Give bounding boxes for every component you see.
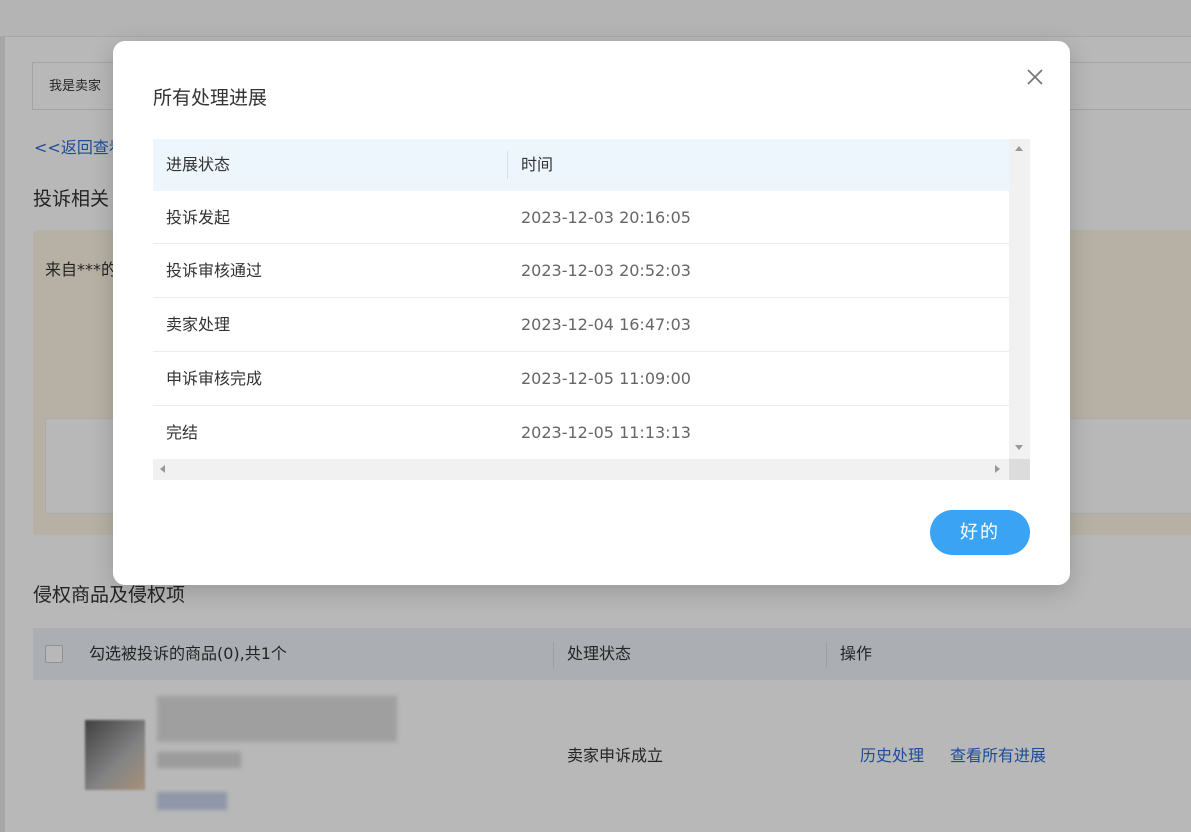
header-status: 进展状态	[166, 155, 231, 174]
progress-table-header: 进展状态 时间	[153, 139, 1009, 191]
table-row: 申诉审核完成 2023-12-05 11:09:00	[153, 352, 1009, 406]
scrollbar-corner	[1009, 459, 1030, 480]
row-status: 投诉发起	[166, 208, 231, 227]
row-time: 2023-12-03 20:52:03	[521, 261, 691, 280]
row-status: 完结	[166, 423, 199, 442]
ok-button[interactable]: 好的	[930, 510, 1030, 555]
row-status: 投诉审核通过	[166, 261, 263, 280]
row-status: 申诉审核完成	[166, 369, 263, 388]
table-row: 卖家处理 2023-12-04 16:47:03	[153, 298, 1009, 352]
dialog-title: 所有处理进展	[153, 87, 268, 109]
row-time: 2023-12-03 20:16:05	[521, 208, 691, 227]
table-row: 投诉发起 2023-12-03 20:16:05	[153, 191, 1009, 244]
horizontal-scrollbar[interactable]	[153, 459, 1009, 480]
scroll-down-icon[interactable]	[1015, 445, 1023, 450]
close-icon[interactable]	[1021, 63, 1049, 91]
header-divider	[507, 151, 508, 179]
table-row: 投诉审核通过 2023-12-03 20:52:03	[153, 244, 1009, 298]
row-time: 2023-12-04 16:47:03	[521, 315, 691, 334]
row-status: 卖家处理	[166, 315, 231, 334]
scroll-left-icon[interactable]	[160, 465, 165, 473]
table-row: 完结 2023-12-05 11:13:13	[153, 406, 1009, 459]
progress-table: 进展状态 时间 投诉发起 2023-12-03 20:16:05 投诉审核通过 …	[153, 139, 1030, 480]
scroll-up-icon[interactable]	[1015, 146, 1023, 151]
header-time: 时间	[521, 155, 554, 174]
row-time: 2023-12-05 11:09:00	[521, 369, 691, 388]
vertical-scrollbar[interactable]	[1009, 139, 1030, 459]
row-time: 2023-12-05 11:13:13	[521, 423, 691, 442]
progress-dialog: 所有处理进展 进展状态 时间 投诉发起 2023-12-03 20:16:05 …	[113, 41, 1070, 585]
scroll-right-icon[interactable]	[995, 465, 1000, 473]
